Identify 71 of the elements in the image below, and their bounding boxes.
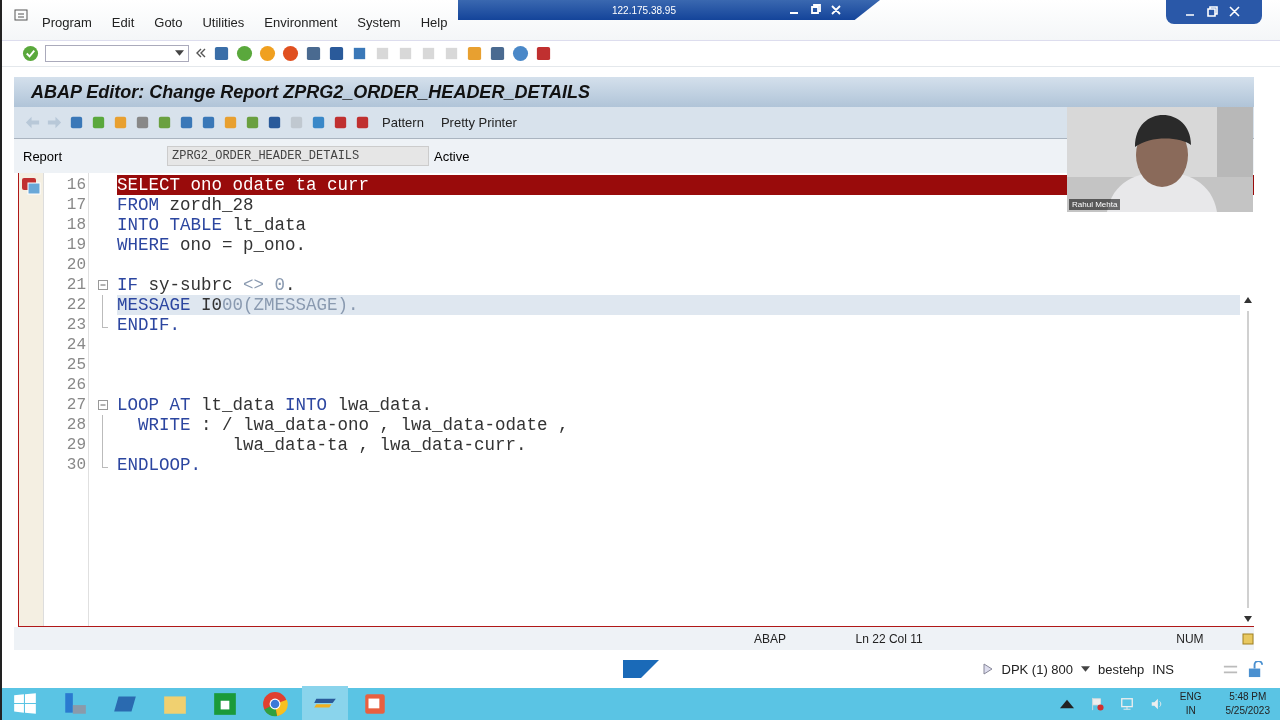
show-hidden-icon[interactable] <box>1059 697 1074 711</box>
menu-item[interactable]: System <box>357 9 401 31</box>
menu-item[interactable]: Goto <box>154 9 183 31</box>
menu-icon[interactable] <box>14 8 28 21</box>
notes-icon[interactable] <box>1242 632 1254 645</box>
window-controls-icon[interactable] <box>1166 0 1262 24</box>
server-name: bestehp <box>1098 661 1145 677</box>
code-line: lwa_data-ta , lwa_data-curr. <box>231 435 527 456</box>
line-number: 24 <box>65 335 87 356</box>
code-line: LOOP AT lt_data INTO lwa_data. <box>117 395 433 416</box>
field-label: Report <box>22 148 64 164</box>
status-mode: NUM <box>1176 631 1205 646</box>
dropdown-caret-icon[interactable] <box>1081 666 1091 673</box>
line-number: 20 <box>65 255 87 276</box>
play-icon[interactable] <box>981 663 994 676</box>
line-number: 26 <box>65 375 87 396</box>
collapse-toggle-icon[interactable] <box>97 400 108 411</box>
line-number: 25 <box>65 355 87 376</box>
line-number: 27 <box>65 395 87 416</box>
scroll-down-icon[interactable] <box>1244 615 1252 622</box>
network-icon[interactable] <box>1119 697 1134 711</box>
code-line: INTO TABLE lt_data <box>117 215 307 236</box>
line-number: 16 <box>65 175 87 196</box>
line-number: 30 <box>65 455 87 476</box>
menu-item[interactable]: Environment <box>264 9 338 31</box>
report-field: ZPRG2_ORDER_HEADER_DETAILS <box>167 146 429 167</box>
line-number: 22 <box>65 295 87 316</box>
collapse-icon[interactable] <box>195 47 207 60</box>
line-number: 23 <box>65 315 87 336</box>
language-indicator[interactable]: ENG IN <box>1179 690 1202 718</box>
code-line: FROM zordh_28 <box>117 195 254 216</box>
remote-address: 122.175.38.95 <box>612 4 676 16</box>
flag-icon[interactable] <box>1089 697 1104 711</box>
enter-icon[interactable] <box>22 44 39 62</box>
code-line: SELECT ono odate ta curr <box>117 175 370 196</box>
screen-title: ABAP Editor: Change Report ZPRG2_ORDER_HEADER_DETAILS <box>31 81 591 103</box>
input-mode: INS <box>1152 661 1174 677</box>
chrome-icon[interactable] <box>262 691 288 717</box>
code-line: WHERE ono = p_ono. <box>117 235 307 256</box>
toolbar-button[interactable]: Pattern <box>376 113 430 133</box>
line-number: 18 <box>65 215 87 236</box>
collapse-toggle-icon[interactable] <box>97 280 108 291</box>
cursor-position: Ln 22 Col 11 <box>855 631 924 646</box>
error-marker-icon <box>21 177 41 196</box>
code-line: IF sy-subrc <> 0. <box>117 275 296 296</box>
line-number: 21 <box>65 275 87 296</box>
code-line: ENDLOOP. <box>117 455 201 476</box>
line-number: 19 <box>65 235 87 256</box>
code-line: ENDIF. <box>117 315 180 336</box>
store-icon[interactable] <box>212 691 238 717</box>
dropdown-caret-icon[interactable] <box>175 50 184 57</box>
menu-item[interactable]: Program <box>42 9 92 31</box>
participant-name: Rahul Mehta <box>1069 199 1121 210</box>
line-number: 17 <box>65 195 87 216</box>
clock[interactable]: 5:48 PM 5/25/2023 <box>1225 690 1270 718</box>
status-text: Active <box>434 148 470 164</box>
line-number: 28 <box>65 415 87 436</box>
volume-icon[interactable] <box>1149 697 1164 711</box>
status-language: ABAP <box>754 631 787 646</box>
code-line: WRITE : / lwa_data-ono , lwa_data-odate , <box>137 415 569 436</box>
scroll-up-icon[interactable] <box>1244 297 1252 304</box>
line-number: 29 <box>65 435 87 456</box>
menu-item[interactable]: Edit <box>111 9 135 31</box>
menu-item[interactable]: Help <box>420 9 448 31</box>
unlock-icon[interactable] <box>1247 660 1264 678</box>
menu-item[interactable]: Utilities <box>202 9 245 31</box>
system-info[interactable]: DPK (1) 800 <box>1001 661 1074 677</box>
start-icon[interactable] <box>12 691 38 717</box>
command-field[interactable] <box>45 44 189 62</box>
toolbar-button[interactable]: Pretty Printer <box>434 113 523 133</box>
code-line: MESSAGE I000(ZMESSAGE). <box>117 295 359 316</box>
